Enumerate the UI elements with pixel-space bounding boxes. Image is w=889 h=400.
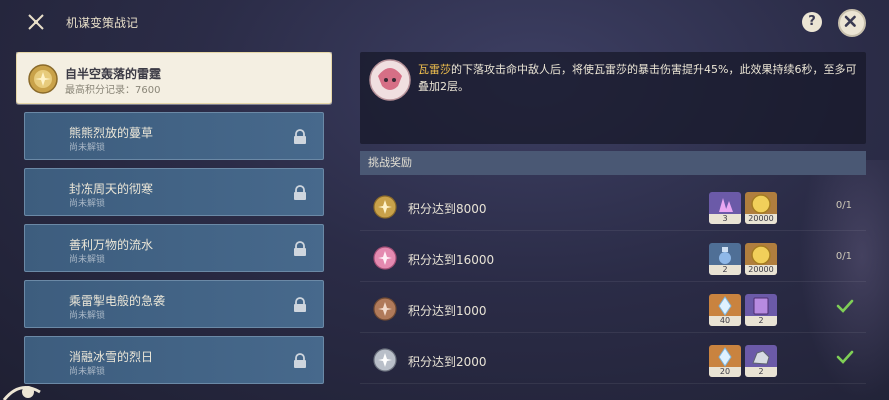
challenge-item-locked[interactable]: 乘雷掣电般的急袭 尚未解锁 [24,280,324,328]
buff-description-panel: 瓦雷莎的下落攻击命中敌人后，将使瓦雷莎的暴击伤害提升45%，此效果持续6秒，至多… [360,52,866,144]
primogem-icon [718,296,732,316]
help-button[interactable]: ? [802,12,822,32]
challenge-name: 自半空轰落的雷霆 [65,67,162,81]
potion-icon [719,247,731,264]
pink-medal-icon [373,246,397,270]
challenge-item-locked[interactable]: 熊熊烈放的蔓草 尚未解锁 [24,112,324,160]
buff-description: 瓦雷莎的下落攻击命中敌人后，将使瓦雷莎的暴击伤害提升45%，此效果持续6秒，至多… [418,61,858,95]
item-count: 20000 [745,214,777,224]
ore-icon [752,350,770,365]
mora-coin-icon [751,194,771,214]
challenge-list: 自半空轰落的雷霆 最高积分记录：7600 熊熊烈放的蔓草 尚未解锁 封冻周天的彻… [16,52,332,400]
check-icon [836,350,854,364]
rewards-header: 挑战奖励 [360,151,866,175]
item-count: 2 [745,316,777,326]
primogem-icon [718,347,732,367]
lock-icon [294,297,306,312]
reward-list: 积分达到8000 3 20000 0/1 积分达到16000 2 20000 0… [360,180,866,400]
lock-icon [294,353,306,368]
item-count: 20 [709,367,741,377]
lock-icon [294,129,306,144]
bronze-medal-icon [373,297,397,321]
challenge-status: 尚未解锁 [69,143,106,153]
item-count: 2 [709,265,741,275]
reward-row: 积分达到1000 40 2 [360,282,866,333]
lock-icon [294,185,306,200]
crystal-icon [719,198,733,212]
challenge-item-locked[interactable]: 善利万物的流水 尚未解锁 [24,224,324,272]
reward-item-potion[interactable]: 2 [709,243,741,275]
reward-item-mora[interactable]: 20000 [745,192,777,224]
challenge-status: 尚未解锁 [69,367,106,377]
reward-item-book[interactable]: 2 [745,294,777,326]
reward-item-crystal[interactable]: 3 [709,192,741,224]
character-name: 瓦雷莎 [418,63,451,76]
challenge-name: 善利万物的流水 [69,238,154,252]
reward-item-mora[interactable]: 20000 [745,243,777,275]
item-count: 40 [709,316,741,326]
close-button[interactable] [838,9,866,37]
challenge-name: 乘雷掣电般的急袭 [69,294,166,308]
reward-progress: 0/1 [835,251,852,262]
character-avatar-icon [369,59,411,101]
challenge-item-locked[interactable]: 消融冰雪的烈日 尚未解锁 [24,336,324,384]
gold-medal-icon [28,64,58,94]
page-title: 机谋变策战记 [66,16,139,30]
paimon-menu-icon[interactable] [0,378,60,400]
reward-threshold: 积分达到8000 [408,202,487,216]
item-count: 20000 [745,265,777,275]
challenge-status: 尚未解锁 [69,255,106,265]
challenge-name: 熊熊烈放的蔓草 [69,126,154,140]
gold-medal-icon [373,195,397,219]
reward-threshold: 积分达到1000 [408,304,487,318]
book-icon [753,297,769,315]
challenge-item-locked[interactable]: 封冻周天的彻寒 尚未解锁 [24,168,324,216]
lock-icon [294,241,306,256]
item-count: 3 [709,214,741,224]
reward-threshold: 积分达到2000 [408,355,487,369]
challenge-status: 尚未解锁 [69,199,106,209]
reward-row: 积分达到16000 2 20000 0/1 [360,231,866,282]
challenge-name: 封冻周天的彻寒 [69,182,154,196]
check-icon [836,299,854,313]
crossed-swords-icon [28,14,44,30]
reward-row: 积分达到8000 3 20000 0/1 [360,180,866,231]
top-bar: 机谋变策战记 ? [0,0,889,44]
challenge-status: 尚未解锁 [69,311,106,321]
close-icon [844,15,856,27]
challenge-item-active[interactable]: 自半空轰落的雷霆 最高积分记录：7600 [16,52,332,104]
item-count: 2 [745,367,777,377]
reward-progress: 0/1 [835,200,852,211]
challenge-name: 消融冰雪的烈日 [69,350,154,364]
silver-medal-icon [373,348,397,372]
challenge-best-score: 最高积分记录：7600 [65,85,161,96]
reward-item-primogem[interactable]: 40 [709,294,741,326]
mora-coin-icon [751,245,771,265]
reward-item-primogem[interactable]: 20 [709,345,741,377]
reward-threshold: 积分达到16000 [408,253,495,267]
buff-description-text: 的下落攻击命中敌人后，将使瓦雷莎的暴击伤害提升45%，此效果持续6秒，至多可叠加… [418,63,857,93]
reward-item-ore[interactable]: 2 [745,345,777,377]
reward-row: 积分达到2000 20 2 [360,333,866,384]
